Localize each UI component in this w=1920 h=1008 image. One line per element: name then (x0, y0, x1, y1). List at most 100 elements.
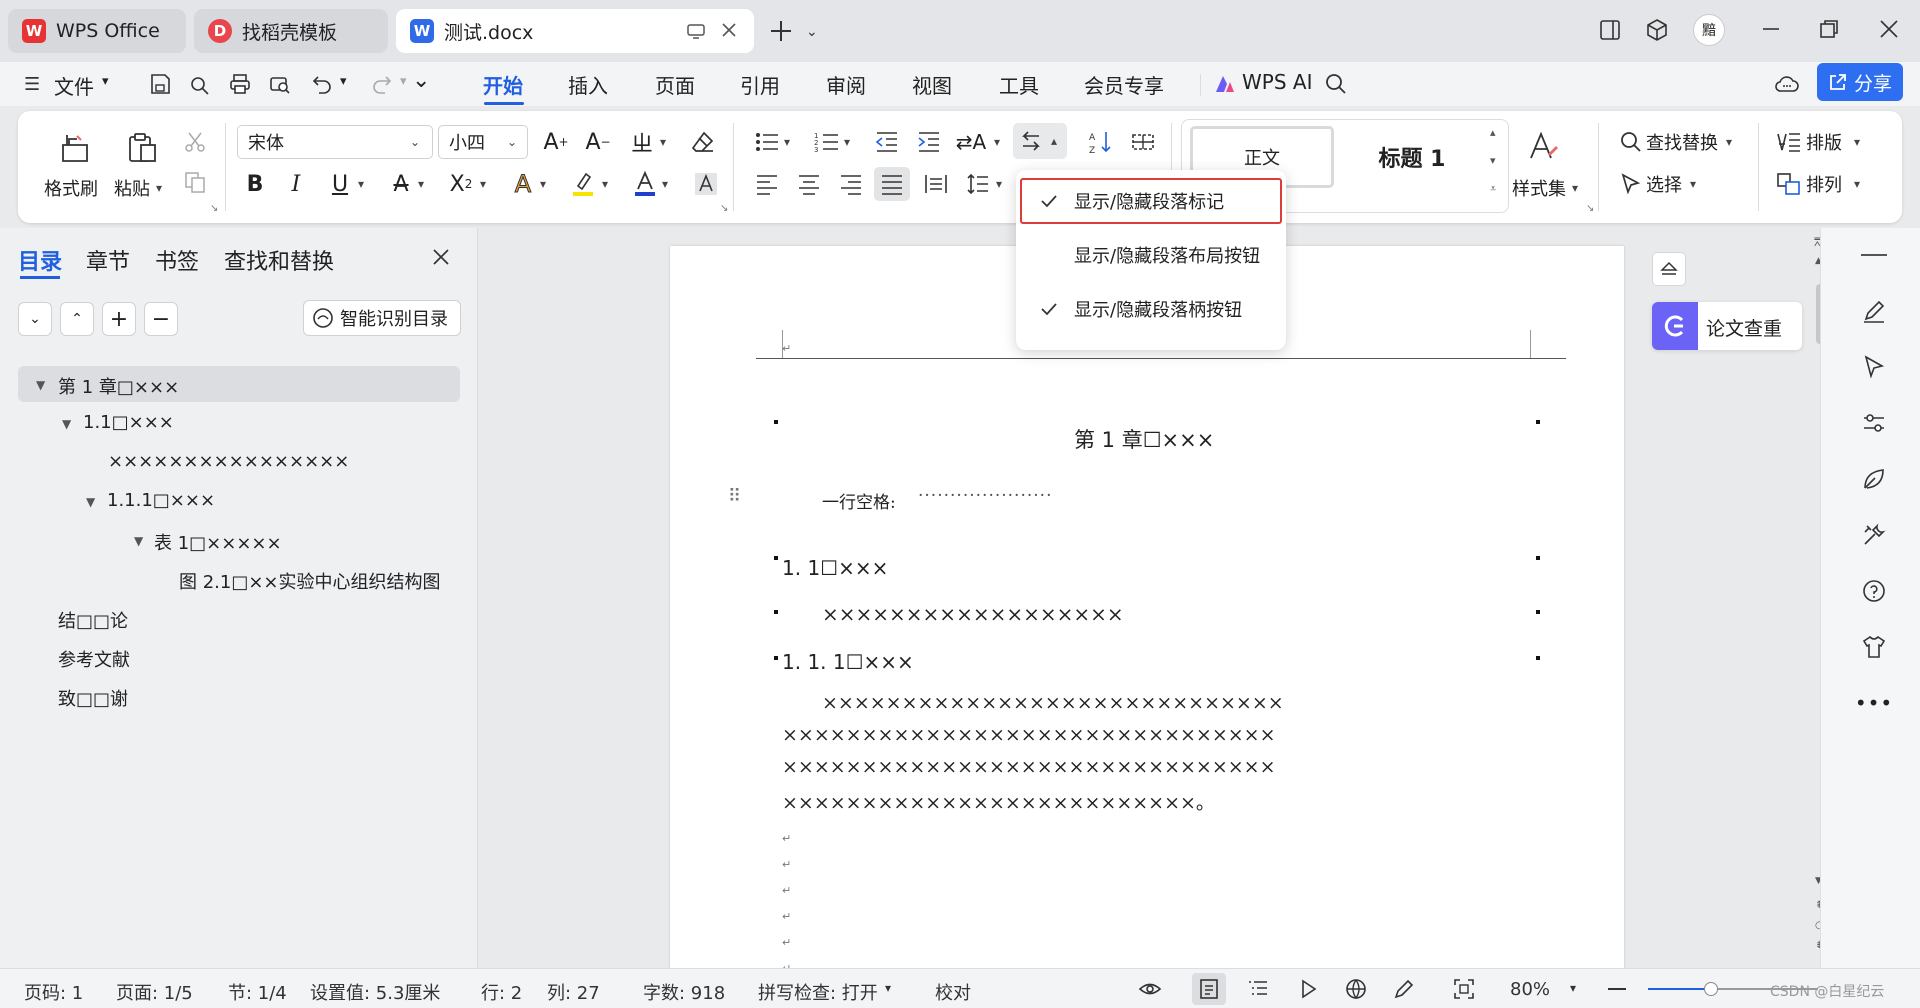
more-quick-actions-chevron-icon[interactable]: ⌄ (412, 68, 430, 93)
font-expand-icon[interactable]: ↘ (720, 203, 728, 214)
body-line[interactable]: ××××××××××××××××××××××××××。 (782, 788, 1215, 815)
superscript-icon[interactable]: X2 (446, 169, 476, 199)
file-menu-chevron-icon[interactable]: ▾ (102, 74, 109, 89)
underline-chevron-icon[interactable]: ▾ (358, 177, 364, 191)
close-tab-icon[interactable] (720, 21, 738, 39)
style-scroll-down-icon[interactable]: ▾ (1490, 154, 1496, 167)
paste-icon[interactable] (122, 129, 162, 167)
select-chevron-icon[interactable]: ▾ (1690, 177, 1696, 191)
pointer-icon[interactable] (1859, 352, 1889, 382)
toc-item[interactable]: 1.1□××× (83, 412, 174, 433)
tab-chapters[interactable]: 章节 (86, 244, 130, 276)
layout-label[interactable]: 排版 (1806, 129, 1842, 155)
align-left-icon[interactable] (752, 169, 782, 199)
tab-member[interactable]: 会员专享 (1084, 70, 1164, 99)
select-label[interactable]: 选择 (1646, 171, 1682, 197)
select-cursor-icon[interactable] (1616, 169, 1646, 199)
tab-insert[interactable]: 插入 (568, 70, 608, 99)
toc-item[interactable]: 表 1□××××× (154, 529, 282, 555)
redo-chevron-icon[interactable]: ▾ (400, 74, 407, 89)
menu-item-toggle-handle-button[interactable]: 显示/隐藏段落柄按钮 (1016, 286, 1286, 332)
heading-1-1-1[interactable]: 1. 1. 1☐××× (782, 650, 914, 674)
more-icon[interactable]: ••• (1855, 688, 1892, 718)
undo-chevron-icon[interactable]: ▾ (340, 74, 347, 89)
cut-icon[interactable] (180, 127, 210, 157)
collapse-ribbon-button[interactable] (1652, 252, 1686, 286)
eye-protect-icon[interactable] (1138, 977, 1162, 1001)
style-set-label[interactable]: 样式集 (1512, 175, 1566, 201)
char-shading-icon[interactable] (691, 169, 721, 199)
superscript-chevron-icon[interactable]: ▾ (480, 177, 486, 191)
styles-expand-icon[interactable]: ↘ (1586, 203, 1594, 214)
heading-1-1[interactable]: 1. 1☐××× (782, 556, 888, 580)
restore-icon[interactable] (1818, 18, 1840, 40)
print-icon[interactable] (228, 72, 252, 96)
menu-item-toggle-paragraph-marks[interactable]: 显示/隐藏段落标记 (1016, 178, 1286, 224)
font-name-select[interactable]: 宋体 ⌄ (237, 125, 433, 159)
sliders-icon[interactable] (1859, 408, 1889, 438)
font-color-icon[interactable] (630, 169, 660, 199)
play-icon[interactable] (1296, 977, 1320, 1001)
toc-item[interactable]: ×××××××××××××××× (108, 451, 349, 472)
help-icon[interactable] (1859, 576, 1889, 606)
cloud-icon[interactable] (1774, 72, 1800, 96)
monitor-icon[interactable] (686, 21, 706, 41)
phonetic-chevron-icon[interactable]: ▾ (660, 135, 666, 149)
window-layout-icon[interactable] (1598, 18, 1622, 42)
arrange-label[interactable]: 排列 (1806, 171, 1842, 197)
text-direction-chevron-icon[interactable]: ▾ (994, 135, 1000, 149)
fit-page-icon[interactable] (1452, 977, 1476, 1001)
tools-icon[interactable] (1859, 520, 1889, 550)
font-color-chevron-icon[interactable]: ▾ (662, 177, 668, 191)
status-proofread[interactable]: 校对 (935, 979, 971, 1005)
toc-expand-arrow-icon[interactable]: ▼ (36, 378, 45, 392)
smart-toc-button[interactable]: 智能识别目录 (303, 300, 461, 336)
undo-icon[interactable] (310, 72, 334, 96)
distributed-align-icon[interactable] (921, 169, 951, 199)
status-setting[interactable]: 设置值: 5.3厘米 (310, 979, 440, 1005)
tab-find-replace[interactable]: 查找和替换 (224, 244, 334, 276)
phonetic-guide-icon[interactable]: ㄓ (627, 127, 657, 157)
page-view-button[interactable] (1192, 973, 1226, 1005)
text-direction-icon[interactable]: ⇄A (956, 127, 986, 157)
bold-icon[interactable]: B (240, 169, 270, 199)
find-replace-chevron-icon[interactable]: ▾ (1726, 135, 1732, 149)
increase-font-size-icon[interactable]: A + (541, 127, 571, 157)
decrease-font-size-icon[interactable]: A − (583, 127, 613, 157)
tab-view[interactable]: 视图 (912, 70, 952, 99)
body-line[interactable]: ××××××××××××××××××××××××××××××× (782, 724, 1276, 746)
italic-icon[interactable]: I (281, 169, 311, 199)
toc-item[interactable]: 结□□论 (58, 607, 128, 633)
leaf-icon[interactable] (1859, 464, 1889, 494)
text-effect-icon[interactable]: A (508, 169, 538, 199)
status-page[interactable]: 页面: 1/5 (116, 979, 193, 1005)
sort-icon[interactable]: AZ (1086, 127, 1116, 157)
toc-item[interactable]: 第 1 章□××× (58, 373, 179, 399)
menu-item-toggle-layout-button[interactable]: 显示/隐藏段落布局按钮 (1016, 232, 1286, 278)
align-right-icon[interactable] (836, 169, 866, 199)
numbered-list-icon[interactable]: 123 (812, 127, 842, 157)
tab-wps-office[interactable]: W WPS Office (8, 9, 186, 53)
file-menu[interactable]: 文件 (54, 71, 94, 100)
paragraph-handle-icon[interactable]: ⠿ (728, 486, 741, 507)
highlight-chevron-icon[interactable]: ▾ (602, 177, 608, 191)
close-window-icon[interactable] (1878, 18, 1900, 40)
toc-item[interactable]: 1.1.1□××× (107, 490, 215, 511)
wps-ai-button[interactable]: WPS AI (1242, 70, 1312, 94)
avatar[interactable]: 黯 (1693, 14, 1725, 46)
format-painter-icon[interactable] (54, 129, 94, 167)
toc-item[interactable]: 致□□谢 (58, 685, 128, 711)
style-heading-1[interactable]: 标题 1 (1342, 126, 1482, 188)
expand-all-button[interactable]: ⌄ (18, 302, 52, 336)
zoom-out-button[interactable] (1608, 988, 1626, 990)
plagiarism-check-button[interactable]: 论文查重 (1652, 302, 1802, 350)
text-effect-chevron-icon[interactable]: ▾ (540, 177, 546, 191)
tab-home[interactable]: 开始 (483, 70, 523, 99)
arrange-icon[interactable] (1774, 169, 1804, 199)
increase-indent-icon[interactable] (914, 127, 944, 157)
status-spell-check[interactable]: 拼写检查: 打开 (758, 979, 878, 1005)
add-heading-button[interactable]: + (102, 302, 136, 336)
justify-button[interactable] (874, 167, 910, 201)
document-page[interactable]: ↵ 第 1 章☐××× ⠿ 一行空格: ····················… (670, 246, 1624, 986)
arrange-chevron-icon[interactable]: ▾ (1854, 177, 1860, 191)
